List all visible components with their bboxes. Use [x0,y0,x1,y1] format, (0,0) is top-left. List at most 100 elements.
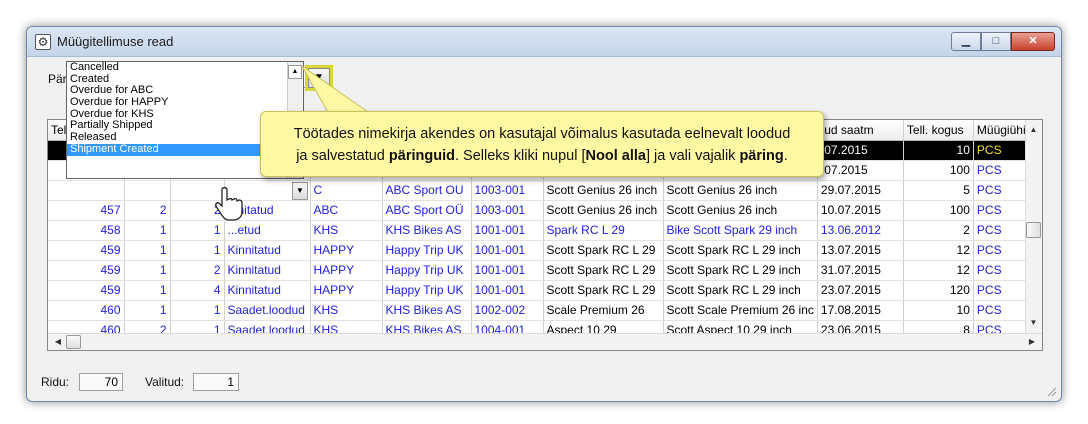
table-cell[interactable]: KHS Bikes AS [382,300,472,321]
table-cell[interactable]: Scott Spark RC L 29 [543,240,664,261]
table-row[interactable]: 459 1 4 Kinnitatud HAPPY Happy Trip UK 1001-00… [48,280,1036,301]
table-cell[interactable]: .07.2015 [817,160,904,181]
table-cell[interactable]: ...etud [224,220,311,241]
horizontal-scrollbar[interactable]: ◀ ▶ [48,333,1042,350]
maximize-button[interactable]: □ [981,32,1011,51]
table-cell[interactable]: ABC [310,200,383,221]
table-cell[interactable]: HAPPY [310,280,383,301]
table-row[interactable]: 459 1 1 Kinnitatud HAPPY Happy Trip UK 1001-00… [48,240,1036,261]
table-cell[interactable]: 2 [170,260,225,281]
table-cell[interactable]: 1001-001 [471,240,544,261]
table-row[interactable]: 457 2 2 ...nitatud ABC ABC Sport OÜ 1003-001 Sc… [48,200,1036,221]
scroll-left-icon[interactable]: ◀ [50,334,66,350]
table-cell[interactable]: 23.07.2015 [817,280,904,301]
scroll-thumb[interactable] [1026,222,1041,238]
table-cell[interactable]: ABC Sport OÜ [382,200,472,221]
table-cell[interactable]: Scott Spark RC L 29 [543,260,664,281]
scroll-up-icon[interactable]: ▲ [1025,122,1042,138]
table-cell[interactable]: 1003-001 [471,180,544,201]
table-cell[interactable]: KHS Bikes AS [382,220,472,241]
dropdown-option[interactable]: Cancelled [67,62,303,74]
table-cell[interactable]: 1001-001 [471,280,544,301]
table-cell[interactable]: Happy Trip UK [382,240,472,261]
table-cell[interactable]: 31.07.2015 [817,260,904,281]
table-cell[interactable]: 12 [903,240,974,261]
table-row[interactable]: 458 1 1 ...etud KHS KHS Bikes AS 1001-001 Spark… [48,220,1036,241]
table-cell[interactable]: 4 [170,280,225,301]
table-cell[interactable]: 10 [903,140,974,161]
table-cell[interactable]: Scott Genius 26 inch [663,180,818,201]
title-bar[interactable]: ⚙ Müügitellimuse read ▁ □ ✕ [27,27,1061,57]
table-cell[interactable]: 1 [124,300,171,321]
table-cell[interactable] [124,180,171,201]
table-cell[interactable]: Scott Genius 26 inch [543,180,664,201]
resize-grip-icon[interactable] [1045,385,1057,397]
table-cell[interactable]: 1 [124,240,171,261]
table-cell[interactable]: 459 [48,240,125,261]
table-cell[interactable]: Scott Spark RC L 29 [543,280,664,301]
table-cell[interactable]: 120 [903,280,974,301]
table-cell[interactable]: Scott Genius 26 inch [543,200,664,221]
table-cell[interactable]: KHS [310,220,383,241]
table-cell[interactable]: 460 [48,300,125,321]
minimize-button[interactable]: ▁ [951,32,981,51]
column-header-ship-date[interactable]: tud saatm [817,120,904,141]
table-cell[interactable]: 459 [48,280,125,301]
table-row[interactable]: 460 1 1 Saadet.loodud KHS KHS Bikes AS 1002-00… [48,300,1036,321]
table-cell[interactable]: Kinnitatud [224,280,311,301]
table-cell[interactable]: KHS [310,300,383,321]
table-cell[interactable]: 100 [903,160,974,181]
table-cell[interactable]: HAPPY [310,240,383,261]
table-cell[interactable]: 10 [903,300,974,321]
table-cell[interactable]: ABC Sport OU [382,180,472,201]
close-button[interactable]: ✕ [1011,32,1055,51]
table-cell[interactable]: 1 [170,220,225,241]
table-cell[interactable]: Scott Spark RC L 29 inch [663,240,818,261]
table-cell[interactable]: 13.07.2015 [817,240,904,261]
table-cell[interactable]: Scott Genius 26 inch [663,200,818,221]
table-cell[interactable]: HAPPY [310,260,383,281]
table-cell[interactable]: 13.06.2012 [817,220,904,241]
dropdown-option[interactable]: Overdue for HAPPY [67,97,303,109]
table-row[interactable]: C ABC Sport OU 1003-001 Scott Genius 26 inc… [48,180,1036,201]
table-cell[interactable]: 29.07.2015 [817,180,904,201]
table-cell[interactable]: 457 [48,200,125,221]
table-cell[interactable]: Kinnitatud [224,260,311,281]
table-cell[interactable]: Happy Trip UK [382,280,472,301]
table-cell[interactable]: Scale Premium 26 [543,300,664,321]
table-cell[interactable] [48,180,125,201]
table-cell[interactable]: 2 [903,220,974,241]
scroll-right-icon[interactable]: ▶ [1024,334,1040,350]
table-cell[interactable]: 1002-002 [471,300,544,321]
table-cell[interactable]: Scott Spark RC L 29 inch [663,280,818,301]
table-row[interactable]: 459 1 2 Kinnitatud HAPPY Happy Trip UK 1001-00… [48,260,1036,281]
table-cell[interactable]: Kinnitatud [224,240,311,261]
table-cell[interactable]: 459 [48,260,125,281]
table-cell[interactable]: Saadet.loodud [224,300,311,321]
table-cell[interactable]: 1 [124,280,171,301]
table-cell[interactable]: Bike Scott Spark 29 inch [663,220,818,241]
table-cell[interactable]: Scott Scale Premium 26 inc [663,300,818,321]
table-cell[interactable]: 12 [903,260,974,281]
table-cell[interactable]: 17.08.2015 [817,300,904,321]
table-cell[interactable]: 1 [124,220,171,241]
table-cell[interactable]: 100 [903,200,974,221]
h-scroll-thumb[interactable] [66,335,81,349]
table-cell[interactable]: 1 [124,260,171,281]
vertical-scrollbar[interactable]: ▲ ▼ [1025,120,1042,333]
table-cell[interactable]: 10.07.2015 [817,200,904,221]
table-cell[interactable]: 1 [170,300,225,321]
column-header-quantity[interactable]: Tell. kogus [903,120,974,141]
table-cell[interactable]: 1003-001 [471,200,544,221]
dropdown-scroll-down-icon[interactable]: ▼ [292,182,308,200]
table-cell[interactable]: 1001-001 [471,260,544,281]
scroll-down-icon[interactable]: ▼ [1025,315,1042,331]
table-cell[interactable]: 1 [170,240,225,261]
table-cell[interactable]: Spark RC L 29 [543,220,664,241]
table-cell[interactable]: 1001-001 [471,220,544,241]
table-cell[interactable]: .07.2015 [817,140,904,161]
table-cell[interactable]: 458 [48,220,125,241]
table-cell[interactable]: 5 [903,180,974,201]
table-cell[interactable]: Happy Trip UK [382,260,472,281]
table-cell[interactable]: Scott Spark RC L 29 inch [663,260,818,281]
